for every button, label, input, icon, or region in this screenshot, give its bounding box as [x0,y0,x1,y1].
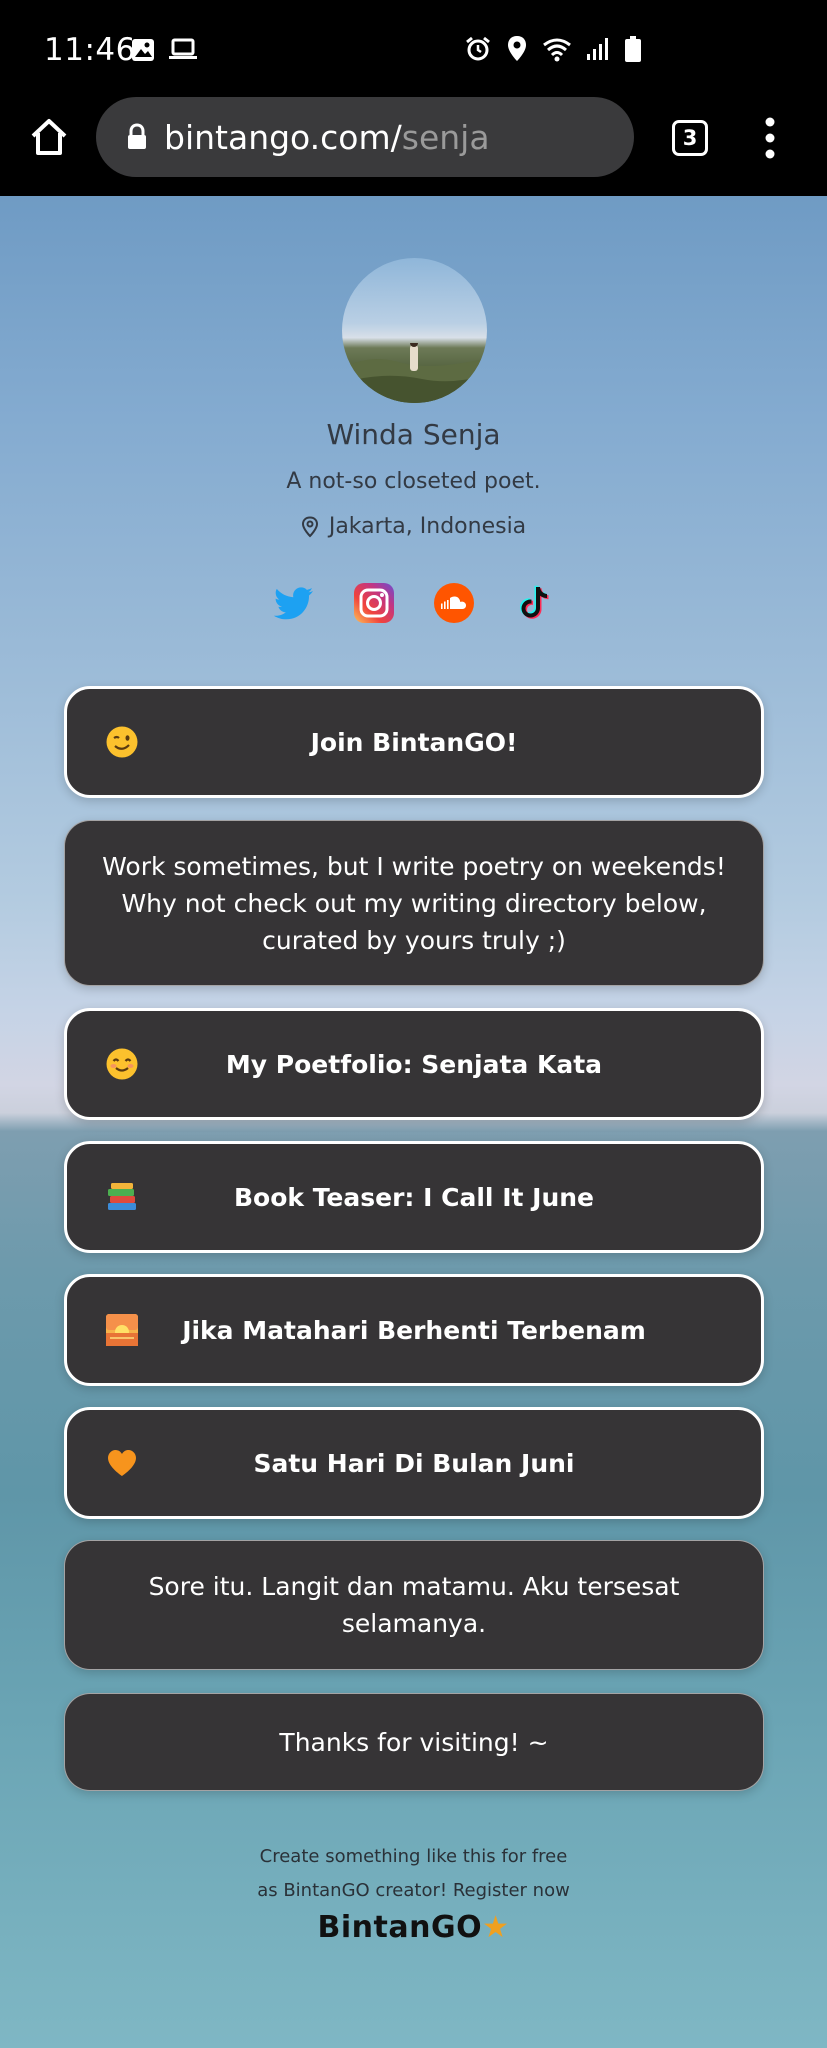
tabs-button[interactable]: 3 [672,120,708,156]
matahari-label: Jika Matahari Berhenti Terbenam [182,1315,646,1345]
status-time: 11:46 [44,32,136,68]
url-path: senja [401,117,490,157]
intro-text-card: Work sometimes, but I write poetry on we… [64,820,764,986]
twitter-icon[interactable] [273,582,315,624]
laptop-icon [169,38,197,59]
satu-hari-label: Satu Hari Di Bulan Juni [253,1448,575,1478]
url-bar[interactable]: bintango.com/senja [96,97,634,177]
avatar [342,258,487,403]
profile-location: Jakarta, Indonesia [0,514,827,539]
smiling-face-icon [106,1048,138,1080]
signal-icon [587,38,608,60]
footer-line-2: as BintanGO creator! Register now [257,1880,570,1901]
profile-name: Winda Senja [326,418,501,451]
status-left-icons [130,37,198,63]
image-icon [132,39,154,61]
home-icon[interactable] [28,116,70,158]
intro-text: Work sometimes, but I write poetry on we… [102,851,726,955]
matahari-button[interactable]: Jika Matahari Berhenti Terbenam [64,1274,764,1386]
poetfolio-label: My Poetfolio: Senjata Kata [225,1049,603,1079]
bintango-logo-text: BintanGO [317,1910,483,1945]
footer-text[interactable]: Create something like this for free as B… [0,1840,827,1908]
winking-face-icon [106,726,138,758]
battery-icon [625,36,641,62]
url-text: bintango.com/senja [164,118,490,157]
sunrise-icon [106,1314,138,1346]
bintango-logo[interactable]: BintanGO★ [0,1910,827,1945]
browser-toolbar: bintango.com/senja 3 [0,96,827,196]
profile-page: Winda Senja A not-so closeted poet. Jaka… [0,196,827,2048]
poetfolio-button[interactable]: My Poetfolio: Senjata Kata [64,1008,764,1120]
book-teaser-button[interactable]: Book Teaser: I Call It June [64,1141,764,1253]
profile-bio: A not-so closeted poet. [286,469,541,494]
alarm-icon [466,36,490,61]
avatar-landscape [342,343,487,403]
wifi-icon [543,38,571,62]
orange-heart-icon [108,1450,136,1476]
instagram-icon[interactable] [353,582,395,624]
social-links [0,582,827,624]
sore-text-card: Sore itu. Langit dan matamu. Aku tersesa… [64,1540,764,1670]
thanks-text: Thanks for visiting! ~ [279,1727,549,1757]
star-icon: ★ [482,1910,510,1945]
sore-text: Sore itu. Langit dan matamu. Aku tersesa… [148,1572,680,1638]
soundcloud-icon[interactable] [433,582,475,624]
location-icon [508,36,526,61]
status-bar: 11:46 [0,0,827,100]
more-options-icon[interactable] [760,116,780,160]
url-host: bintango.com/ [164,117,402,157]
thanks-text-card: Thanks for visiting! ~ [64,1693,764,1791]
tiktok-icon[interactable] [513,582,555,624]
book-teaser-label: Book Teaser: I Call It June [233,1182,595,1212]
location-text: Jakarta, Indonesia [328,514,527,539]
join-bintango-button[interactable]: Join BintanGO! [64,686,764,798]
status-right-icons [464,35,642,63]
location-pin-icon [301,515,318,537]
books-icon [108,1183,136,1210]
footer-line-1: Create something like this for free [259,1846,568,1867]
lock-icon [128,123,146,149]
join-bintango-label: Join BintanGO! [310,727,518,757]
satu-hari-button[interactable]: Satu Hari Di Bulan Juni [64,1407,764,1519]
